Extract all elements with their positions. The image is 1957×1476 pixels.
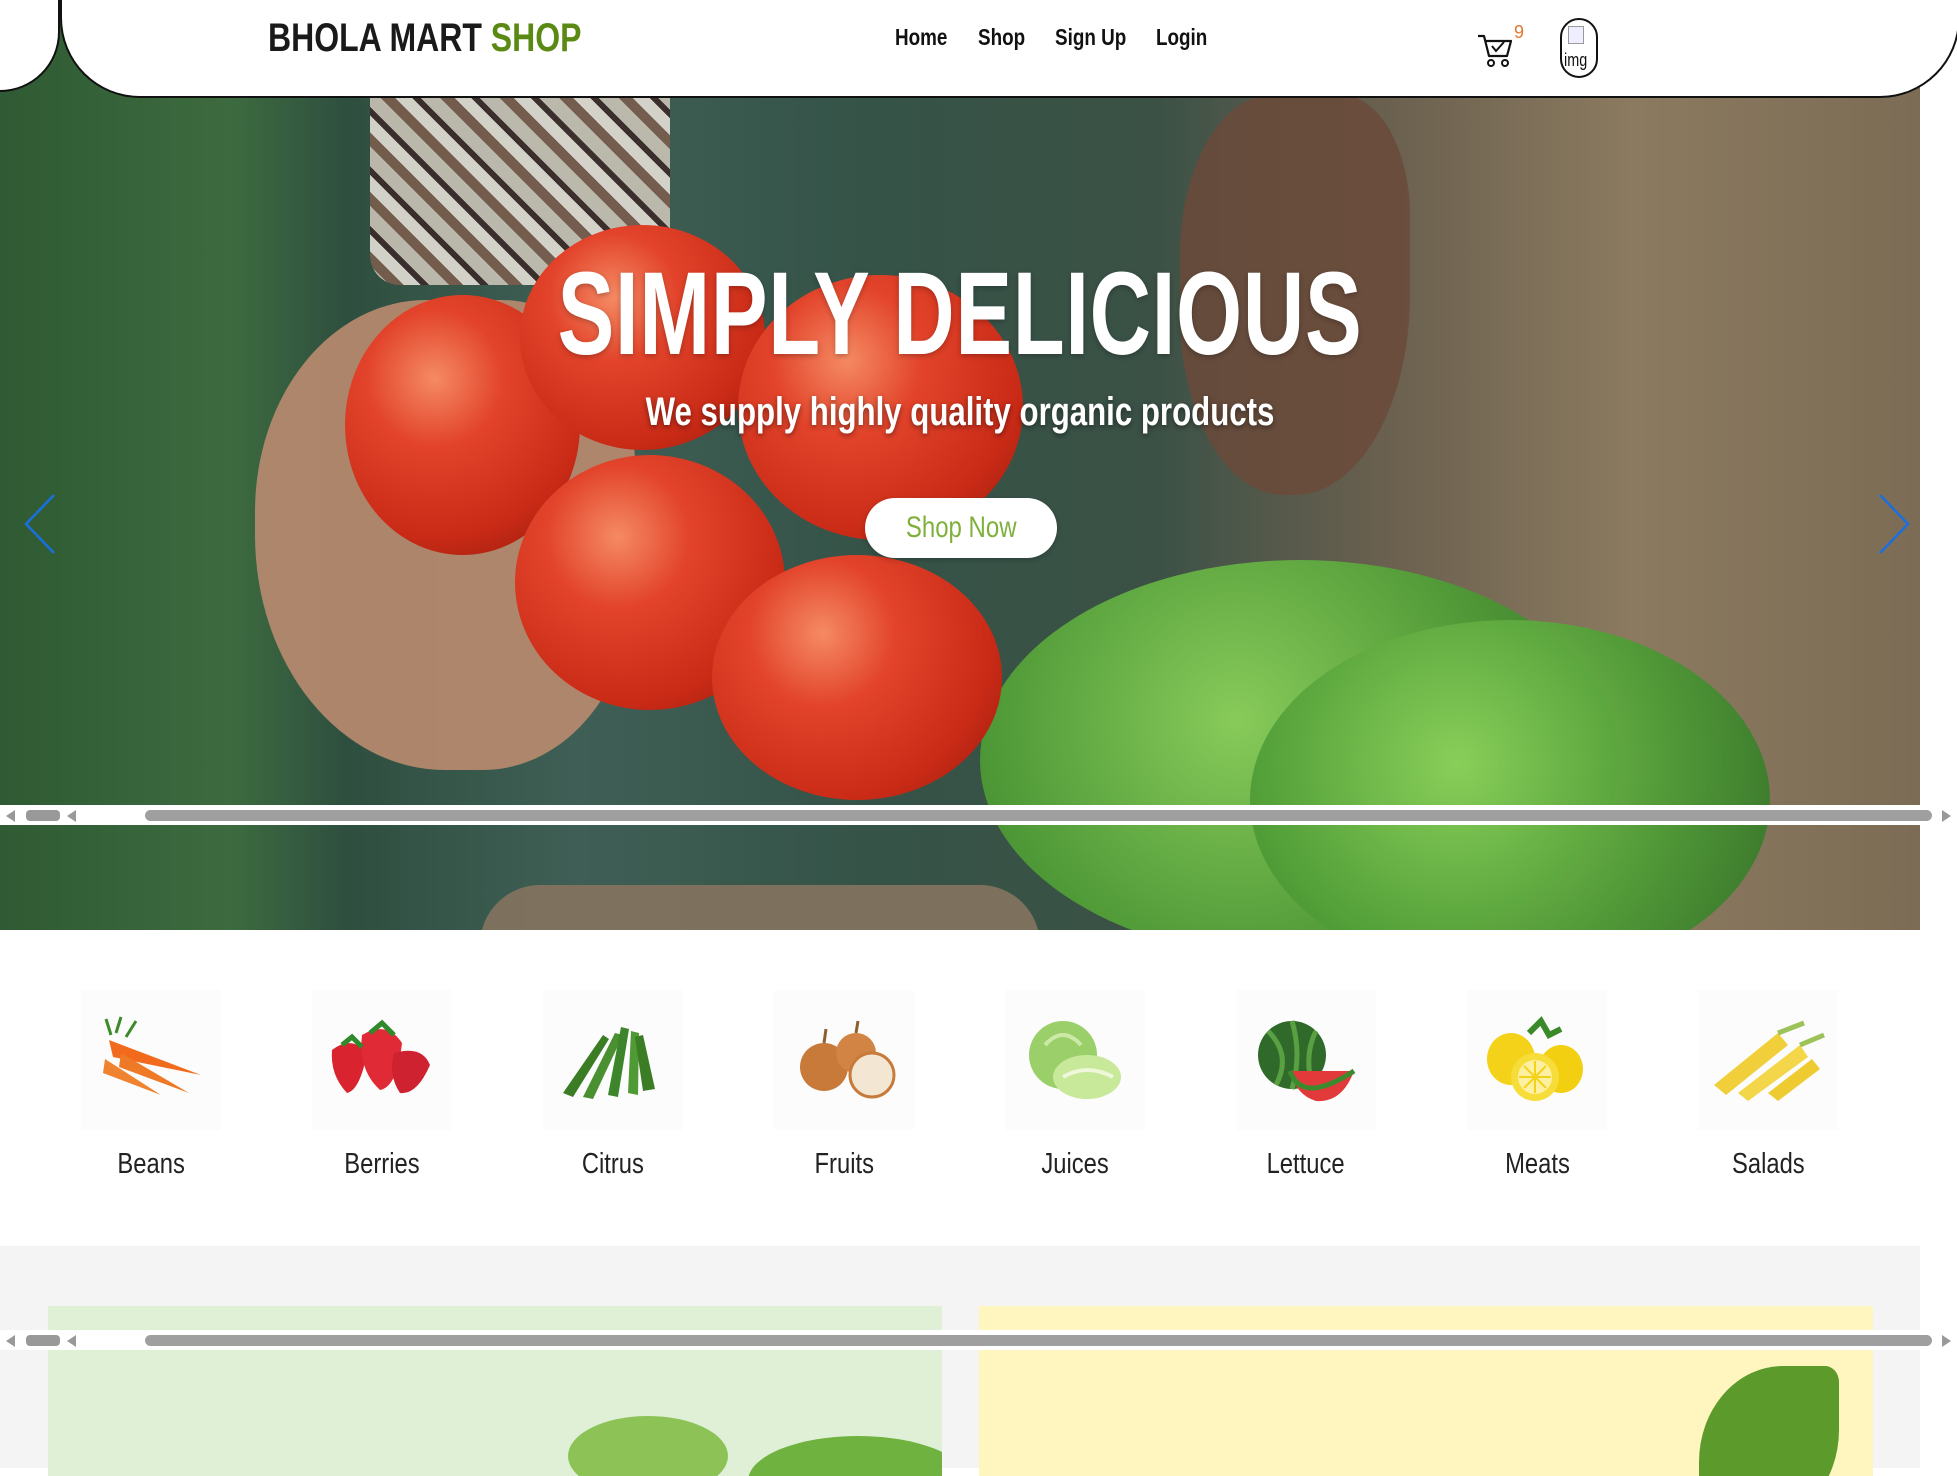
watermelon-icon [1236,990,1376,1130]
category-item[interactable]: Meats [1462,990,1612,1181]
scrollbar-thumb[interactable] [145,810,1932,821]
scroll-left-icon[interactable] [6,810,15,822]
category-label: Beans [117,1148,185,1180]
hero-carousel: SIMPLY DELICIOUS We supply highly qualit… [0,0,1920,930]
category-item[interactable]: Juices [1000,990,1150,1181]
horizontal-scrollbar[interactable] [0,805,1957,825]
carousel-prev-button[interactable] [10,488,60,558]
lemon-icon [1467,990,1607,1130]
onion-icon [774,990,914,1130]
category-label: Salads [1731,1148,1805,1180]
category-item[interactable]: Salads [1693,990,1843,1181]
scrollbar-mini-thumb[interactable] [26,810,60,821]
chevron-left-icon [24,494,55,554]
strawberry-icon [312,990,452,1130]
broken-image-icon [1568,26,1584,44]
horizontal-scrollbar[interactable] [0,1330,1957,1350]
cabbage-icon [1005,990,1145,1130]
nav-link-login[interactable]: Login [1156,24,1207,51]
scroll-left-icon[interactable] [67,1335,76,1347]
hero-title: SIMPLY DELICIOUS [557,248,1363,380]
promo-image [1699,1366,1839,1476]
hero-subtitle: We supply highly quality organic product… [645,390,1275,434]
scroll-right-icon[interactable] [1942,1335,1951,1347]
shop-now-button[interactable]: Shop Now [865,498,1057,558]
corn-icon [1698,990,1838,1130]
category-label: Meats [1504,1148,1570,1180]
hero-image-tomato [712,555,1002,800]
chevron-right-icon [1879,494,1910,554]
cart-button[interactable] [1476,30,1516,70]
scroll-left-icon[interactable] [6,1335,15,1347]
carousel-next-button[interactable] [1862,488,1912,558]
brand-accent: SHOP [490,16,582,60]
category-item[interactable]: Beans [76,990,226,1181]
scroll-left-icon[interactable] [67,810,76,822]
top-navbar: BHOLA MART SHOP Home Shop Sign Up Login [60,0,1957,98]
category-label: Berries [344,1148,420,1180]
okra-icon [543,990,683,1130]
shop-now-label: Shop Now [905,511,1017,544]
scrollbar-mini-thumb[interactable] [26,1335,60,1346]
promo-section [0,1246,1920,1476]
promo-image [568,1416,728,1476]
avatar-alt-text: img [1564,50,1588,70]
nav-link-home[interactable]: Home [895,24,964,51]
nav-links: Home Shop Sign Up Login [895,24,1218,51]
category-item[interactable]: Fruits [769,990,919,1181]
carrot-icon [81,990,221,1130]
nav-link-shop[interactable]: Shop [978,24,1042,51]
hero-image-basket [480,885,1040,930]
scrollbar-thumb[interactable] [145,1335,1932,1346]
user-avatar[interactable]: img [1560,18,1598,78]
brand-logo[interactable]: BHOLA MART SHOP [268,16,581,61]
category-item[interactable]: Citrus [538,990,688,1181]
category-item[interactable]: Lettuce [1231,990,1381,1181]
scroll-right-icon[interactable] [1942,810,1951,822]
cart-icon [1478,34,1513,67]
category-strip: Beans Berries Citrus Fruits Juices Lettu… [0,930,1920,1246]
nav-link-signup[interactable]: Sign Up [1055,24,1139,51]
cart-count-badge: 9 [1514,22,1525,42]
category-label: Lettuce [1266,1148,1345,1180]
promo-image [748,1436,942,1476]
category-label: Citrus [581,1148,645,1180]
brand-name: BHOLA MART [268,16,491,60]
category-item[interactable]: Berries [307,990,457,1181]
category-label: Juices [1041,1148,1109,1180]
category-label: Fruits [814,1148,874,1180]
